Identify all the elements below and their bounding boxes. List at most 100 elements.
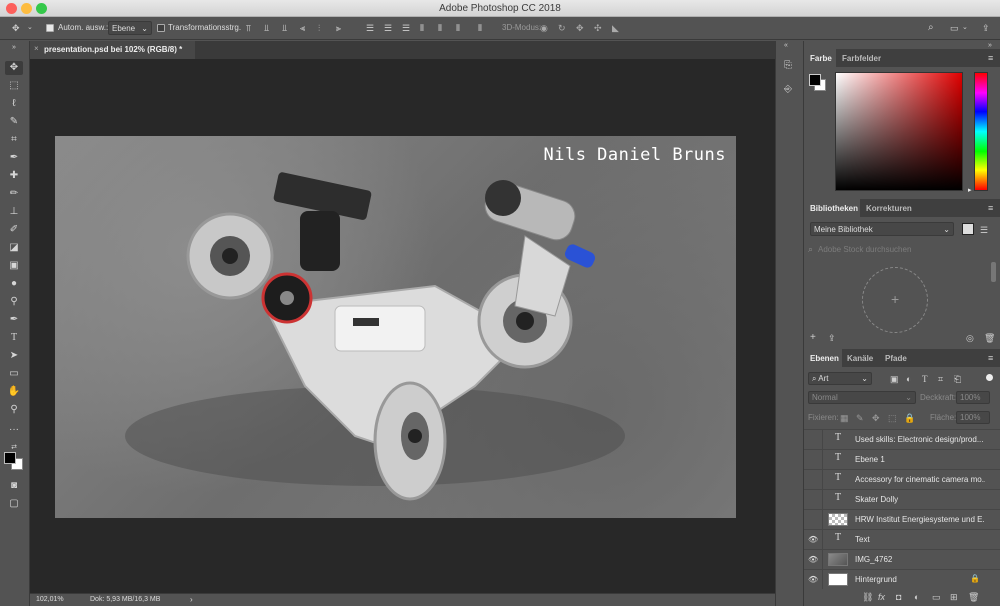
align-bottom-icon[interactable]: ⫫ xyxy=(282,23,287,33)
lock-transparent-icon[interactable]: ▦ xyxy=(840,413,849,423)
list-view-icon[interactable]: ☰ xyxy=(980,225,988,235)
hue-slider[interactable] xyxy=(974,72,988,191)
filter-type-icon[interactable]: T xyxy=(922,374,928,384)
align-hcenter-icon[interactable]: ⫶ xyxy=(318,23,320,33)
crop-tool-icon[interactable]: ⌗ xyxy=(5,133,23,147)
pan-3d-icon[interactable]: ✥ xyxy=(576,23,584,33)
move-tool-icon[interactable]: ✥ xyxy=(5,61,23,75)
delete-layer-icon[interactable]: 🗑 xyxy=(968,592,979,602)
layer-row[interactable]: 👁 T Text xyxy=(804,529,1000,549)
distribute-vcenter-icon[interactable]: ☰ xyxy=(384,23,392,33)
layer-row[interactable]: HRW Institut Energiesysteme und E... xyxy=(804,509,1000,529)
layer-row[interactable]: 👁 IMG_4762 xyxy=(804,549,1000,569)
close-tab-icon[interactable]: × xyxy=(34,44,39,53)
status-menu-chevron-icon[interactable]: › xyxy=(190,595,193,604)
slide-3d-icon[interactable]: ✣ xyxy=(594,23,602,33)
distribute-bottom-icon[interactable]: ☰ xyxy=(402,23,410,33)
fill-input[interactable]: 100% xyxy=(956,411,990,424)
quick-mask-icon[interactable]: ◙ xyxy=(5,479,23,493)
collapse-panels-icon[interactable]: « xyxy=(784,41,788,51)
marquee-tool-icon[interactable]: ⬚ xyxy=(5,79,23,93)
panel-menu-icon[interactable]: ≡ xyxy=(988,203,993,213)
tab-paths[interactable]: Pfade xyxy=(885,354,907,363)
distribute-top-icon[interactable]: ☰ xyxy=(366,23,374,33)
eye-icon[interactable]: 👁 xyxy=(808,535,818,544)
eye-icon[interactable]: 👁 xyxy=(808,575,818,584)
lock-artboard-icon[interactable]: ⬚ xyxy=(888,413,897,423)
quick-select-tool-icon[interactable]: ✎ xyxy=(5,115,23,129)
add-mask-icon[interactable]: ◘ xyxy=(896,592,901,602)
distribute-right-icon[interactable]: ⦀ xyxy=(456,23,460,33)
roll-3d-icon[interactable]: ↻ xyxy=(558,23,566,33)
layer-row[interactable]: T Ebene 1 xyxy=(804,449,1000,469)
dodge-tool-icon[interactable]: ⚲ xyxy=(5,295,23,309)
layer-row[interactable]: T Used skills: Electronic design/prod... xyxy=(804,429,1000,449)
gradient-tool-icon[interactable]: ▣ xyxy=(5,259,23,273)
history-panel-icon[interactable]: ⎘ xyxy=(784,61,792,71)
zoom-tool-icon[interactable]: ⚲ xyxy=(5,403,23,417)
scale-3d-icon[interactable]: ◣ xyxy=(612,23,619,33)
color-field[interactable] xyxy=(835,72,963,191)
tab-libraries[interactable]: Bibliotheken xyxy=(810,204,858,213)
adjustment-layer-icon[interactable]: ◐ xyxy=(914,592,919,602)
layer-filter-select[interactable]: ⌕ Art ⌄ xyxy=(808,372,872,385)
transform-controls-checkbox[interactable] xyxy=(157,24,165,32)
tab-adjustments[interactable]: Korrekturen xyxy=(866,204,912,213)
document-canvas[interactable]: Nils Daniel Bruns xyxy=(55,136,736,518)
color-panel-foreground-swatch[interactable] xyxy=(809,74,821,86)
tab-layers[interactable]: Ebenen xyxy=(810,354,839,363)
lasso-tool-icon[interactable]: ℓ xyxy=(5,97,23,111)
layer-row[interactable]: T Skater Dolly xyxy=(804,489,1000,509)
upload-icon[interactable]: ⇪ xyxy=(828,333,836,343)
visibility-toggle[interactable] xyxy=(808,475,818,483)
rectangle-tool-icon[interactable]: ▭ xyxy=(5,367,23,381)
auto-select-target-select[interactable]: Ebene ⌄ xyxy=(108,21,152,35)
library-select[interactable]: Meine Bibliothek ⌄ xyxy=(810,222,954,236)
trash-icon[interactable]: 🗑 xyxy=(984,333,995,343)
layer-row[interactable]: T Accessory for cinematic camera mo... xyxy=(804,469,1000,489)
grid-view-icon[interactable] xyxy=(962,223,974,235)
share-icon[interactable]: ⇪ xyxy=(982,23,990,33)
tab-color[interactable]: Farbe xyxy=(810,54,832,63)
canvas-area[interactable]: Nils Daniel Bruns xyxy=(30,59,775,593)
eyedropper-tool-icon[interactable]: ✒ xyxy=(5,151,23,165)
tool-preset-chevron-icon[interactable]: ⌄ xyxy=(27,23,33,33)
distribute-hcenter-icon[interactable]: ⦀ xyxy=(438,23,442,33)
visibility-toggle[interactable] xyxy=(808,515,818,523)
filter-smart-object-icon[interactable]: ⎗ xyxy=(954,374,961,384)
align-vcenter-icon[interactable]: ⫫ xyxy=(264,23,269,33)
clone-stamp-tool-icon[interactable]: ⊥ xyxy=(5,205,23,219)
distribute-left-icon[interactable]: ⦀ xyxy=(420,23,424,33)
link-layers-icon[interactable]: ⛓ xyxy=(862,592,873,602)
orbit-3d-icon[interactable]: ◉ xyxy=(540,23,548,33)
workspace-icon[interactable]: ▭ xyxy=(950,23,959,33)
new-layer-icon[interactable]: ⊞ xyxy=(950,592,958,602)
search-icon[interactable]: ⌕ xyxy=(928,23,934,33)
workspace-chevron-icon[interactable]: ⌄ xyxy=(962,23,968,33)
add-content-icon[interactable]: + xyxy=(810,333,816,343)
filter-shape-icon[interactable]: ⌗ xyxy=(938,374,943,384)
layer-row[interactable]: 👁 Hintergrund 🔒 xyxy=(804,569,1000,589)
blur-tool-icon[interactable]: ● xyxy=(5,277,23,291)
move-tool-icon[interactable]: ✥ xyxy=(12,23,20,33)
new-group-icon[interactable]: ▭ xyxy=(932,592,941,602)
align-top-icon[interactable]: ⫪ xyxy=(246,23,251,33)
filter-adjustment-icon[interactable]: ◐ xyxy=(906,374,911,384)
libraries-scrollbar[interactable] xyxy=(991,262,996,282)
visibility-toggle[interactable] xyxy=(808,455,818,463)
visibility-toggle[interactable] xyxy=(808,495,818,503)
path-select-tool-icon[interactable]: ➤ xyxy=(5,349,23,363)
document-tab[interactable]: × presentation.psd bei 102% (RGB/8) * xyxy=(30,41,195,59)
healing-brush-tool-icon[interactable]: ✚ xyxy=(5,169,23,183)
collapse-toolbar-icon[interactable]: » xyxy=(5,41,23,55)
pen-tool-icon[interactable]: ✒ xyxy=(5,313,23,327)
brush-tool-icon[interactable]: ✏ xyxy=(5,187,23,201)
properties-panel-icon[interactable]: ⎆ xyxy=(784,85,792,95)
auto-select-checkbox[interactable] xyxy=(46,24,54,32)
add-asset-dropzone[interactable]: + xyxy=(862,267,928,333)
stock-search-input[interactable]: Adobe Stock durchsuchen xyxy=(818,245,911,254)
panel-menu-icon[interactable]: ≡ xyxy=(988,53,993,63)
screen-mode-icon[interactable]: ▢ xyxy=(5,497,23,511)
lock-position-icon[interactable]: ✥ xyxy=(872,413,880,423)
eye-icon[interactable]: 👁 xyxy=(808,555,818,564)
